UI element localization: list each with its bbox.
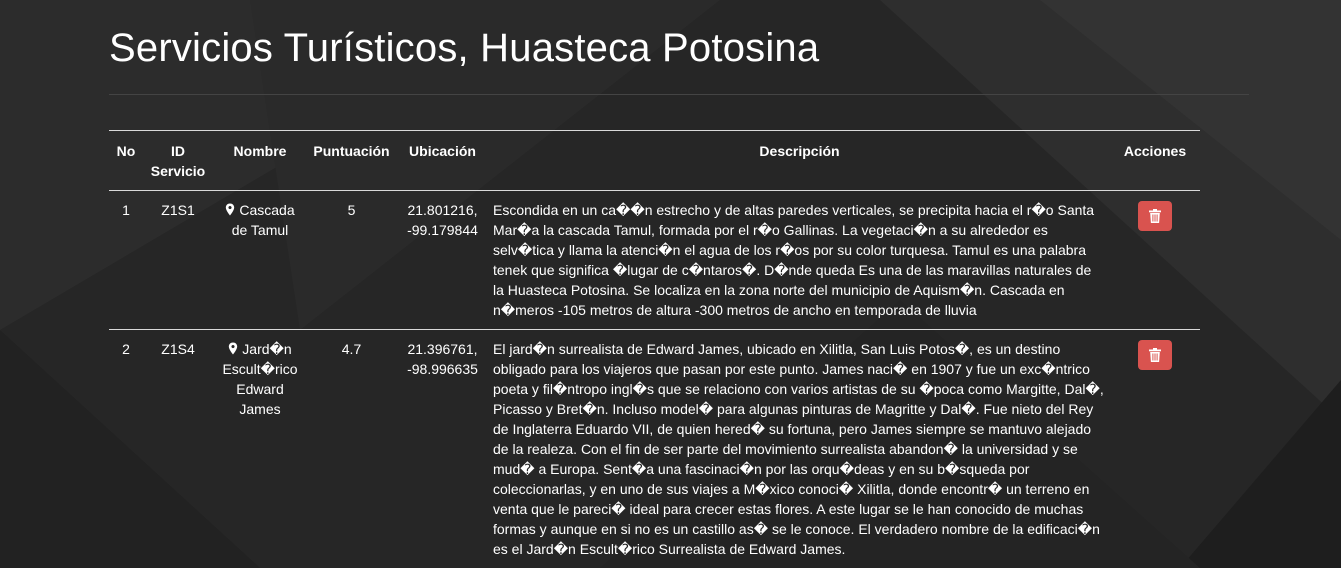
row-nombre-text: Cascada de Tamul [231, 202, 295, 238]
header-ubicacion: Ubicación [396, 130, 489, 191]
map-marker-icon [229, 342, 238, 355]
row-puntuacion: 5 [307, 190, 396, 330]
services-table: No ID Servicio Nombre Puntuación Ubicaci… [109, 130, 1200, 568]
main-container: Servicios Turísticos, Huasteca Potosina … [109, 0, 1249, 568]
row-nombre: Cascada de Tamul [213, 190, 307, 330]
page-title: Servicios Turísticos, Huasteca Potosina [109, 26, 820, 70]
header-no: No [109, 130, 143, 191]
header-nombre: Nombre [213, 130, 307, 191]
header-acciones: Acciones [1110, 130, 1200, 191]
delete-button[interactable] [1138, 201, 1172, 231]
row-id: Z1S4 [143, 329, 213, 568]
row-lat: 21.396761, [407, 341, 478, 357]
table-header-row: No ID Servicio Nombre Puntuación Ubicaci… [109, 130, 1200, 191]
row-acciones [1110, 329, 1200, 568]
header-descripcion: Descripción [489, 130, 1110, 191]
row-nombre: Jard�n Escult�rico Edward James [213, 329, 307, 568]
table-row: 2 Z1S4 Jard�n Escult�rico Edward James 4… [109, 329, 1200, 568]
row-ubicacion: 21.396761, -98.996635 [396, 329, 489, 568]
row-no: 1 [109, 190, 143, 330]
row-id: Z1S1 [143, 190, 213, 330]
map-marker-icon [226, 203, 235, 216]
table-row: 1 Z1S1 Cascada de Tamul 5 21.801216, -99… [109, 190, 1200, 330]
header-puntuacion: Puntuación [307, 130, 396, 191]
delete-button[interactable] [1138, 340, 1172, 370]
row-puntuacion: 4.7 [307, 329, 396, 568]
title-divider [109, 94, 1249, 95]
trash-icon [1149, 209, 1161, 223]
row-descripcion: El jard�n surrealista de Edward James, u… [489, 329, 1110, 568]
row-no: 2 [109, 329, 143, 568]
row-lat: 21.801216, [407, 202, 478, 218]
row-lng: -99.179844 [407, 222, 478, 238]
row-ubicacion: 21.801216, -99.179844 [396, 190, 489, 330]
row-lng: -98.996635 [407, 361, 478, 377]
header-id-line1: ID [171, 143, 185, 159]
header-id-servicio: ID Servicio [143, 130, 213, 191]
header-id-line2: Servicio [150, 163, 206, 179]
trash-icon [1149, 348, 1161, 362]
row-descripcion: Escondida en un ca��n estrecho y de alta… [489, 190, 1110, 330]
row-acciones [1110, 190, 1200, 330]
